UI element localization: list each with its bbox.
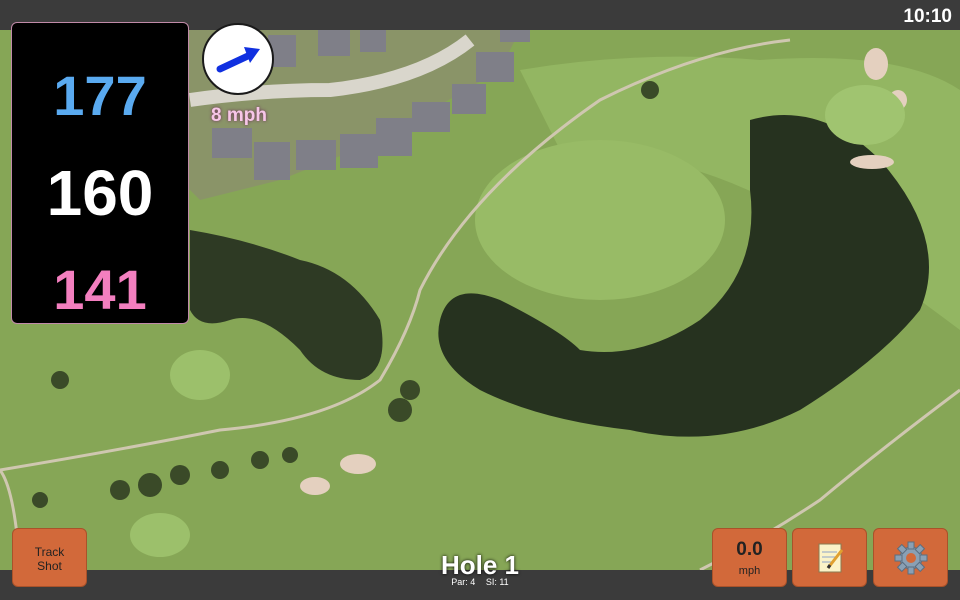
distance-panel: 177 160 141 xyxy=(11,22,189,324)
distance-back: 177 xyxy=(53,64,147,127)
green-upper xyxy=(825,85,905,145)
speed-button[interactable]: 0.0 mph xyxy=(712,528,787,587)
notes-button[interactable] xyxy=(792,528,867,587)
hole-si: SI: 11 xyxy=(485,577,509,587)
settings-button[interactable] xyxy=(873,528,948,587)
wind-arrow-icon xyxy=(216,47,260,73)
green-fairway xyxy=(475,140,725,300)
clock: 10:10 xyxy=(903,6,952,27)
speed-value: 0.0 xyxy=(736,539,763,560)
distance-front: 141 xyxy=(53,258,147,321)
green-lower xyxy=(170,350,230,400)
track-shot-label-2: Shot xyxy=(37,559,62,573)
notepad-icon xyxy=(818,543,843,573)
track-shot-label-1: Track xyxy=(34,545,65,559)
hole-info: Par: 4 SI: 11 xyxy=(380,577,580,587)
distance-middle: 160 xyxy=(46,157,154,229)
wind-speed: 8 mph xyxy=(211,105,267,126)
gear-icon xyxy=(894,541,927,575)
track-shot-button[interactable]: Track Shot xyxy=(12,528,87,587)
hole-par: Par: 4 xyxy=(451,577,476,587)
wind-indicator[interactable] xyxy=(202,23,274,95)
speed-unit: mph xyxy=(738,565,761,577)
